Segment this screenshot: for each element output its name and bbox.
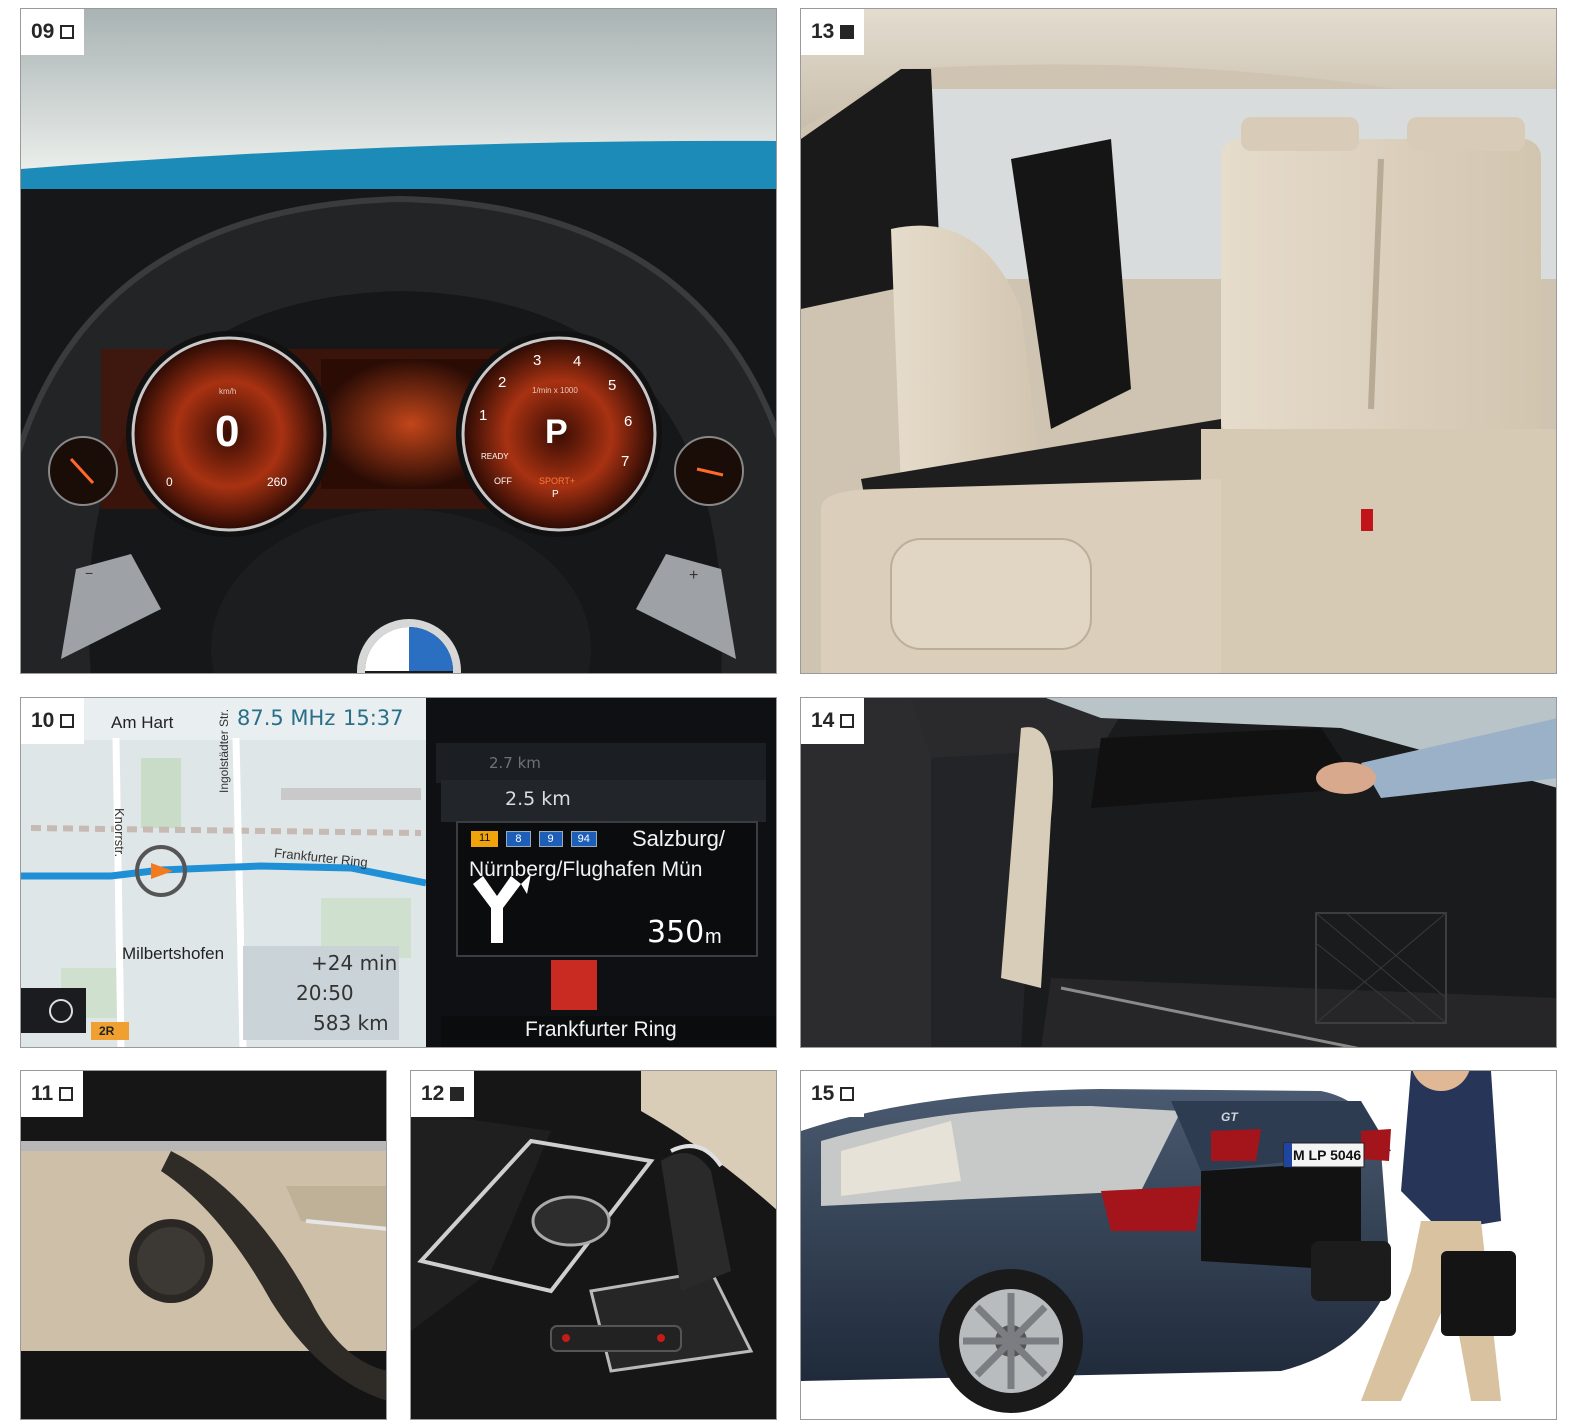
tile-number-badge: 12 xyxy=(411,1071,475,1117)
ready-label: READY xyxy=(481,452,509,461)
tile-instrument-cluster: 09 km/h 0 0 260 P 1/min x 1000 1 2 3 4 5… xyxy=(20,8,777,674)
nav-clock: 15:37 xyxy=(343,706,404,730)
exit-line-1: Salzburg/ xyxy=(632,826,725,851)
car-rear-scene xyxy=(801,1071,1556,1419)
rpm-tick: 3 xyxy=(533,352,542,369)
center-console-scene xyxy=(411,1071,776,1419)
rpm-tick: 5 xyxy=(608,377,617,394)
road-badge-2r: 2R xyxy=(99,1024,115,1038)
nav-street-knorr: Knorrstr. xyxy=(112,808,127,858)
paddle-plus-label: + xyxy=(689,567,699,584)
speed-max: 260 xyxy=(267,475,288,489)
tile-rear-seats: 13 xyxy=(800,8,1557,674)
rpm-tick: 6 xyxy=(624,413,633,430)
tile-number: 14 xyxy=(811,709,835,732)
nav-street-vertical: Ingolstädter Str. xyxy=(217,708,231,793)
tile-number-badge: 15 xyxy=(801,1071,865,1117)
radio-frequency: 87.5 MHz xyxy=(237,706,336,730)
nav-street-top: Am Hart xyxy=(111,713,174,732)
speed-unit: km/h xyxy=(219,387,237,396)
nav-delay: +24 min xyxy=(311,951,398,975)
tile-number-badge: 11 xyxy=(21,1071,84,1117)
exit-distance-unit: m xyxy=(705,926,722,948)
empty-square-icon xyxy=(59,1087,74,1101)
tile-number: 10 xyxy=(31,709,55,732)
empty-square-icon xyxy=(840,1087,855,1101)
tile-center-console: 12 xyxy=(410,1070,777,1420)
tile-car-tailgate: 15 GT M LP 5046 xyxy=(800,1070,1557,1420)
tile-number: 11 xyxy=(31,1082,54,1105)
tile-number-badge: 13 xyxy=(801,9,865,55)
tile-door-trim: 11 xyxy=(20,1070,387,1420)
tile-number: 09 xyxy=(31,20,55,43)
nav-arrival: 20:50 xyxy=(296,981,354,1005)
door-trim-scene xyxy=(21,1071,386,1419)
nav-district: Milbertshofen xyxy=(122,944,225,963)
drive-mode-label: SPORT+ xyxy=(539,476,576,486)
tile-number-badge: 09 xyxy=(21,9,85,55)
tile-luggage-compartment: 14 xyxy=(800,697,1557,1048)
rpm-tick: 2 xyxy=(498,374,507,391)
exit-badge-orange: 11 xyxy=(471,831,499,847)
gear-display: P xyxy=(545,413,568,451)
rpm-unit: 1/min x 1000 xyxy=(532,386,578,395)
cluster-scene xyxy=(21,9,776,673)
off-label: OFF xyxy=(494,476,512,486)
speed-value: 0 xyxy=(215,407,240,456)
license-plate: M LP 5046 xyxy=(1293,1147,1362,1163)
rear-seat-scene xyxy=(801,9,1556,673)
exit-badge-blue: 9 xyxy=(538,831,563,847)
rpm-tick: 7 xyxy=(621,453,630,470)
empty-square-icon xyxy=(60,714,75,728)
tile-number: 12 xyxy=(421,1082,445,1105)
direction-distance-far: 2.7 km xyxy=(489,754,541,772)
exit-badge-blue: 94 xyxy=(570,831,597,847)
tile-number: 15 xyxy=(811,1082,835,1105)
empty-square-icon xyxy=(60,25,75,39)
filled-square-icon xyxy=(840,25,855,39)
paddle-minus-label: − xyxy=(85,565,94,581)
tile-number-badge: 10 xyxy=(21,698,85,744)
exit-badges: 11 8 9 94 xyxy=(471,831,597,847)
nav-remaining: 583 km xyxy=(313,1011,389,1035)
exit-line-2: Nürnberg/Flughafen Mün xyxy=(469,858,703,881)
current-road: Frankfurter Ring xyxy=(525,1018,677,1041)
empty-square-icon xyxy=(840,714,855,728)
tile-navigation-display: 10 Am Hart 87.5 MHz 15:37 Ingolstädter S… xyxy=(20,697,777,1048)
speed-min: 0 xyxy=(166,475,173,489)
filled-square-icon xyxy=(450,1087,465,1101)
tile-number-badge: 14 xyxy=(801,698,865,744)
rpm-tick: 1 xyxy=(479,407,488,424)
exit-distance: 350 xyxy=(647,915,705,950)
rear-badge-gt: GT xyxy=(1221,1110,1238,1124)
trunk-scene xyxy=(801,698,1556,1047)
rpm-tick: 4 xyxy=(573,353,582,370)
tile-number: 13 xyxy=(811,20,835,43)
direction-distance-near: 2.5 km xyxy=(505,788,571,810)
exit-badge-blue: 8 xyxy=(506,831,531,847)
drive-mode-gear: P xyxy=(552,489,559,500)
